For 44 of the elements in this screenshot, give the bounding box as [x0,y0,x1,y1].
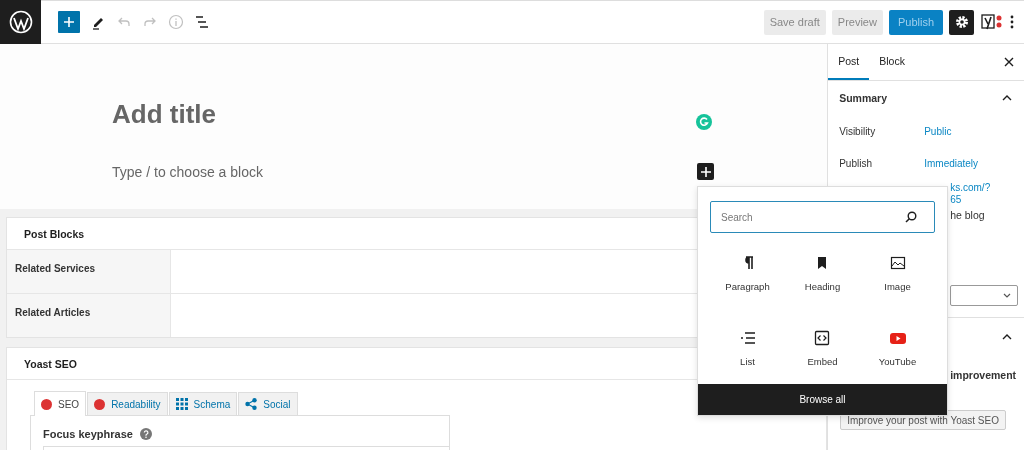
wordpress-logo-icon[interactable] [0,0,41,44]
dropdown-select[interactable] [950,285,1018,306]
chevron-icon [1003,293,1011,298]
chevron-icon[interactable] [1002,95,1012,101]
yoast-tab[interactable]: Readability [87,392,168,415]
yoast-tab[interactable]: Schema [168,392,238,415]
embed-icon [814,329,831,346]
sidebar-tab[interactable]: Block [869,44,915,80]
yoast-icon[interactable] [980,12,1004,32]
chevron-icon[interactable] [1002,334,1012,340]
image-icon [889,255,906,271]
field-label: Visibility [839,125,877,137]
field-label: Focus keyphrase [43,428,133,440]
browse-all-button[interactable]: Browse all [698,384,947,415]
block-option[interactable]: Paragraph [721,247,774,310]
add-block-button[interactable] [697,163,715,180]
block-option[interactable]: Image [880,247,915,310]
grid-icon [175,398,188,410]
settings-button[interactable] [949,9,974,35]
list-icon [739,329,756,346]
field-label: Related Articles [7,294,171,337]
sidebar-tab[interactable]: Post [828,44,870,80]
share-icon [245,398,258,410]
yoast-tab[interactable]: SEO [34,391,87,416]
improvement-text: improvement [950,369,1018,381]
field-text: he blog [950,209,986,221]
field-label: Publish [839,157,873,169]
help-icon [139,428,152,440]
title-placeholder[interactable]: Add title [112,99,216,130]
yoast-tab[interactable]: Social [238,392,298,415]
field-link[interactable]: Immediately [924,157,979,169]
url-link[interactable]: ks.com/? 65 [950,182,1024,206]
plus-icon [700,166,711,177]
block-placeholder[interactable]: Type / to choose a block [112,163,263,180]
field-link[interactable]: Public [924,125,952,137]
search-field[interactable]: Search [710,201,935,233]
field-label: Related Services [7,250,171,293]
search-icon [905,211,917,223]
block-option[interactable]: Heading [800,247,845,310]
plus-icon [63,16,75,28]
close-icon[interactable] [1004,57,1014,67]
panel-title[interactable]: Summary [839,92,1002,104]
block-option[interactable]: YouTube [874,321,921,384]
gear-icon [953,14,970,30]
